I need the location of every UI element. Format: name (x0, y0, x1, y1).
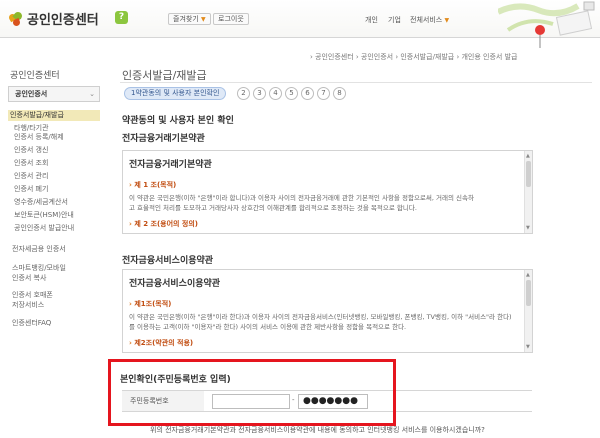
chevron-down-icon: ▼ (201, 16, 206, 23)
favorites-button[interactable]: 즐겨찾기 ▼ (168, 13, 211, 25)
login-button[interactable]: 로그이웃 (213, 13, 249, 25)
favorites-label: 즐겨찾기 (173, 15, 199, 23)
sidebar-item-issue[interactable]: 인증서발급/재발급 (8, 110, 100, 121)
logo-text: 공인인증센터 (27, 13, 99, 28)
sidebar-item-manage[interactable]: 인증서 관리 (14, 172, 48, 181)
terms2-article1-line1: 이 약관은 국민은행(이하 "은행"이라 한다)과 이용자 사이의 전자금융서비… (129, 313, 512, 321)
step-1-active: 1약관동의 및 사용자 본인확인 (124, 87, 227, 100)
chevron-down-icon: ⌄ (89, 90, 95, 98)
sidebar-item-label: 공인인증서 발급안내 (14, 224, 75, 232)
decorative-banner-image (498, 1, 595, 48)
sidebar-item-label: 영수증/세금계산서 (14, 198, 68, 206)
nav-all-services[interactable]: 전체서비스 ▼ (410, 15, 449, 25)
highlight-box (108, 359, 396, 426)
login-label: 로그이웃 (218, 15, 244, 23)
sidebar-item-label: 인증서 관리 (14, 172, 49, 180)
terms1-article2-title: 제 2 조(용어의 정의) (134, 220, 198, 228)
sidebar-item-label: 타행/타기관 (14, 124, 49, 132)
terms1-article1-title: 제 1 조(목적) (134, 181, 177, 189)
step-6: 6 (301, 87, 314, 100)
nav-personal[interactable]: 개인 (365, 15, 378, 25)
terms2-article1-title: 제1조(목적) (134, 300, 172, 308)
sidebar-item-tax-cert[interactable]: 전자세금용 인증서 (12, 244, 66, 254)
scroll-thumb[interactable] (526, 280, 531, 306)
step-2: 2 (237, 87, 250, 100)
title-divider (120, 82, 592, 83)
terms2-box-title: 전자금융서비스이용약관 (129, 279, 221, 289)
scroll-up-icon[interactable]: ▲ (526, 272, 530, 278)
terms1-box-title: 전자금융거래기본약관 (129, 160, 212, 170)
kb-logo-icon (7, 9, 24, 27)
sidebar-item-revoke[interactable]: 인증서 폐기 (14, 185, 48, 194)
step-5: 5 (285, 87, 298, 100)
sidebar-category-label: 공인인증서 (15, 90, 48, 98)
terms1-article2-head: › 제 2 조(용어의 정의) (129, 219, 520, 229)
sidebar-category[interactable]: 공인인증서 ⌄ (8, 86, 100, 102)
sidebar-item-other-bank[interactable]: 타행/타기관 (14, 124, 49, 133)
sidebar-item-faq[interactable]: 인증센터FAQ (12, 318, 51, 328)
sidebar-item-label: 인증서 갱신 (14, 146, 49, 154)
chevron-down-icon: ▼ (444, 17, 450, 24)
terms2-scrollbar[interactable]: ▲ ▼ (524, 270, 532, 352)
terms1-scrollbar[interactable]: ▲ ▼ (524, 151, 532, 233)
sidebar-item-phone-storage-2[interactable]: 저장서비스 (12, 300, 44, 310)
nav-business[interactable]: 기업 (388, 15, 401, 25)
terms2-article1-head: › 제1조(목적) (129, 299, 520, 309)
terms2-scrollbox[interactable]: 전자금융서비스이용약관 › 제1조(목적) 이 약관은 국민은행(이하 "은행"… (122, 269, 533, 353)
terms2-article2-head: › 제2조(약관의 적용) (129, 338, 520, 348)
section-heading: 약관동의 및 사용자 본인 확인 (122, 116, 234, 126)
sidebar-item-hsm[interactable]: 보안토큰(HSM)안내 (14, 211, 74, 220)
page-title: 인증서발급/재발급 (122, 69, 207, 82)
sidebar-item-renew[interactable]: 인증서 갱신 (14, 146, 48, 155)
scroll-down-icon[interactable]: ▼ (526, 225, 530, 231)
terms1-article1-line1: 이 약관은 국민은행(이하 "은행"이라 합니다)과 이용자 사이의 전자금융거… (129, 194, 474, 202)
terms1-article1-head: › 제 1 조(목적) (129, 180, 520, 190)
sidebar-item-register[interactable]: 인증서 등록/해제 (14, 133, 64, 142)
sidebar-item-label: 보안토큰(HSM)안내 (14, 211, 74, 219)
scroll-thumb[interactable] (526, 161, 531, 187)
top-header: 공인인증센터 ? 즐겨찾기 ▼ 로그이웃 개인 기업 전체서비스 ▼ (0, 0, 600, 48)
step-3: 3 (253, 87, 266, 100)
sidebar-item-phone-storage[interactable]: 인증서 호매폰 (12, 290, 53, 300)
terms1-article1-line2: 고 효율적인 처리를 도모하고 거래당사자 상호간의 이해관계를 합리적으로 조… (129, 204, 417, 212)
terms2-article2-title: 제2조(약관의 적용) (134, 339, 194, 347)
terms1-scrollbox[interactable]: 전자금융거래기본약관 › 제 1 조(목적) 이 약관은 국민은행(이하 "은행… (122, 150, 533, 234)
sidebar-item-smart-banking[interactable]: 스마트뱅킹/모바일 (12, 263, 66, 273)
sidebar-title: 공인인증센터 (10, 71, 60, 81)
terms2-article1-line2: 를 이용하는 고객(이하 "이용자"라 한다) 사이의 서비스 이용에 관한 제… (129, 323, 407, 331)
consent-question: 위의 전자금융거래기본약관과 전자금융서비스이용약관에 내용에 동의하고 인터넷… (150, 426, 485, 434)
breadcrumb: › 공인인증센터 › 공인인증서 › 인증서발급/재발급 › 개인용 인증서 발… (310, 53, 518, 61)
step-4: 4 (269, 87, 282, 100)
scroll-up-icon[interactable]: ▲ (526, 153, 530, 159)
sidebar-item-copy[interactable]: 인증서 복사 (12, 273, 46, 283)
terms1-heading: 전자금융거래기본약관 (122, 134, 205, 144)
step-7: 7 (317, 87, 330, 100)
sidebar-item-label: 인증서 등록/해제 (14, 133, 64, 141)
step-8: 8 (333, 87, 346, 100)
sidebar-item-label: 인증서발급/재발급 (10, 111, 64, 119)
help-icon[interactable]: ? (115, 11, 128, 24)
sidebar-item-lookup[interactable]: 인증서 조회 (14, 159, 48, 168)
sidebar-item-label: 인증서 조회 (14, 159, 49, 167)
sidebar-item-receipt[interactable]: 영수증/세금계산서 (14, 198, 68, 207)
sidebar-item-guide[interactable]: 공인인증서 발급안내 (14, 224, 74, 233)
logo[interactable]: 공인인증센터 (7, 9, 99, 28)
sidebar-item-label: 인증서 폐기 (14, 185, 49, 193)
scroll-down-icon[interactable]: ▼ (526, 344, 530, 350)
terms2-heading: 전자금융서비스이용약관 (122, 256, 214, 266)
nav-all-services-label: 전체서비스 (410, 16, 443, 24)
